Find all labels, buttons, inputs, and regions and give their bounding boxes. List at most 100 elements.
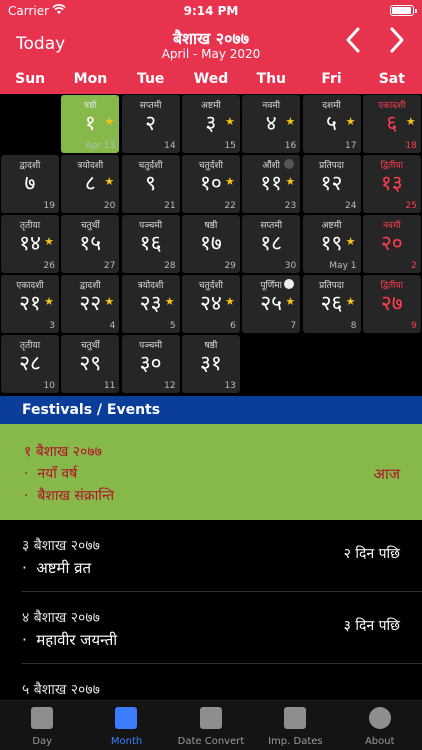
event-date: ४ बैशाख २०७७ — [22, 610, 100, 626]
calendar-day-cell[interactable]: सप्तमी २ 14 — [121, 95, 180, 153]
calendar-day-cell[interactable]: एकादशी ६ 18 ★ — [362, 95, 421, 153]
calendar-day-cell[interactable]: चतुर्दशी २४ 6 ★ — [181, 275, 240, 333]
gregorian-date: 28 — [164, 261, 176, 271]
event-relative-day: ३ दिन पछि — [343, 618, 400, 634]
gregorian-date: 19 — [43, 201, 55, 211]
star-icon: ★ — [285, 115, 296, 128]
battery-icon — [390, 5, 417, 16]
tab-label: Imp. Dates — [268, 736, 323, 747]
day-number: ९ — [145, 171, 157, 195]
calendar-day-cell[interactable]: दशमी ५ 17 ★ — [302, 95, 361, 153]
star-icon: ★ — [285, 175, 296, 188]
event-row[interactable]: ३ बैशाख २०७७ · अष्टमी व्रत २ दिन पछि — [0, 520, 422, 592]
tab-about[interactable]: About — [338, 701, 422, 750]
gregorian-date: 17 — [345, 141, 357, 151]
gregorian-date: Apr 13 — [85, 141, 116, 151]
event-item-label: बैशाख संक्रान्ति — [37, 488, 115, 504]
star-icon: ★ — [225, 115, 235, 128]
weekday-label: Tue — [136, 71, 165, 87]
calendar-day-cell[interactable]: नवमी २० 2 — [362, 215, 421, 273]
day-number: २० — [380, 231, 403, 255]
star-icon: ★ — [405, 115, 416, 128]
calendar-day-cell[interactable]: तृतीया २८ 10 — [1, 335, 59, 393]
gregorian-date: 2 — [411, 261, 417, 271]
star-calendar-icon — [284, 707, 307, 729]
calendar-day-cell[interactable]: अष्टमी १९ May 1 ★ — [302, 215, 361, 273]
gregorian-date: 18 — [405, 141, 417, 151]
previous-month-button[interactable] — [344, 26, 362, 60]
calendar-day-cell[interactable]: एकादशी २१ 3 ★ — [1, 275, 59, 333]
calendar-day-cell[interactable]: पूर्णिमा २५ 7 ★ — [242, 275, 301, 333]
calendar-day-cell[interactable]: षष्ठी १७ 29 — [181, 215, 240, 273]
calendar-day-cell[interactable]: द्वादशी २२ 4 ★ — [61, 275, 120, 333]
calendar-day-cell[interactable]: द्वादशी ७ 19 — [1, 155, 59, 213]
day-number: १७ — [199, 231, 222, 255]
date-convert-icon — [199, 707, 222, 729]
tab-month[interactable]: Month — [84, 701, 168, 750]
gregorian-date: 23 — [284, 201, 297, 211]
day-number: २७ — [380, 291, 403, 315]
gregorian-date: 15 — [224, 141, 236, 151]
month-calendar-icon — [115, 707, 138, 729]
calendar-day-cell[interactable]: षष्ठी १ Apr 13 ★ — [61, 95, 120, 153]
gregorian-date: 30 — [284, 261, 297, 271]
calendar-day-cell[interactable]: तृतीया १४ 26 ★ — [1, 215, 59, 273]
calendar-day-cell[interactable]: द्वितीया १३ 25 — [362, 155, 421, 213]
calendar-day-cell[interactable]: औंशी ११ 23 ★ — [242, 155, 301, 213]
star-icon: ★ — [345, 295, 356, 308]
next-month-button[interactable] — [388, 26, 406, 60]
calendar-day-cell[interactable]: नवमी ४ 16 ★ — [242, 95, 301, 153]
event-row[interactable]: ४ बैशाख २०७७ · महावीर जयन्ती ३ दिन पछि — [0, 592, 422, 664]
day-number: २ — [145, 111, 157, 135]
gregorian-date: 26 — [43, 261, 55, 271]
calendar-day-cell[interactable]: प्रतिपदा २६ 8 ★ — [302, 275, 361, 333]
gregorian-date: 8 — [350, 321, 357, 331]
calendar-day-cell[interactable]: चतुर्दशी ९ 21 — [121, 155, 180, 213]
calendar-grid: षष्ठी १ Apr 13 ★ सप्तमी २ 14 अष्टमी ३ 15 ★ नवमी ४ 16 ★… — [0, 94, 422, 394]
gregorian-date: 24 — [345, 201, 357, 211]
star-icon: ★ — [285, 295, 296, 308]
calendar-day-cell[interactable]: चतुर्थी २९ 11 — [61, 335, 120, 393]
star-icon: ★ — [345, 235, 356, 248]
calendar-day-cell[interactable]: षष्ठी ३१ 13 — [181, 335, 240, 393]
weekday-label: Sun — [15, 71, 46, 87]
star-icon: ★ — [104, 115, 115, 128]
event-date: ३ बैशाख २०७७ — [22, 538, 100, 554]
tab-imp-dates[interactable]: Imp. Dates — [253, 701, 337, 750]
gregorian-date: 29 — [224, 261, 236, 271]
tab-label: Day — [32, 736, 53, 747]
day-number: १३ — [380, 171, 403, 195]
today-event-card[interactable]: १ बैशाख २०७७ · नयाँ वर्ष · बैशाख संक्रान… — [0, 424, 422, 520]
calendar-day-cell[interactable]: प्रतिपदा १२ 24 — [302, 155, 361, 213]
status-bar: Carrier 9:14 PM — [0, 0, 422, 22]
day-number: १२ — [320, 171, 343, 195]
gregorian-date: 7 — [290, 321, 297, 331]
gregorian-date: May 1 — [329, 261, 357, 271]
calendar-day-cell[interactable]: पञ्चमी १६ 28 — [121, 215, 180, 273]
calendar-day-cell[interactable]: अष्टमी ३ 15 ★ — [181, 95, 240, 153]
star-icon: ★ — [44, 295, 54, 308]
calendar-day-cell[interactable]: चतुर्थी १५ 27 — [61, 215, 120, 273]
calendar-day-cell[interactable]: त्रयोदशी ८ 20 ★ — [61, 155, 120, 213]
gregorian-date: 25 — [405, 201, 417, 211]
gregorian-date: 22 — [224, 201, 236, 211]
calendar-header: Today बैशाख २०७७ April - May 2020 — [0, 22, 422, 64]
event-item: · अष्टमी व्रत — [22, 559, 92, 577]
tab-label: Month — [110, 736, 143, 747]
calendar-day-cell[interactable]: द्वितीया २७ 9 — [362, 275, 421, 333]
weekday-label: Sat — [378, 71, 405, 87]
event-item: · महावीर जयन्ती — [22, 631, 118, 649]
calendar-day-cell[interactable]: सप्तमी १८ 30 — [242, 215, 301, 273]
gregorian-date: 21 — [164, 201, 176, 211]
calendar-day-cell[interactable]: त्रयोदशी २३ 5 ★ — [121, 275, 180, 333]
tab-date-convert[interactable]: Date Convert — [169, 701, 253, 750]
gregorian-date: 16 — [284, 141, 297, 151]
day-number: २९ — [79, 351, 102, 375]
weekday-header: Sun Mon Tue Wed Thu Fri Sat — [0, 64, 422, 94]
calendar-day-cell[interactable]: पञ्चमी ३० 12 — [121, 335, 180, 393]
event-item: · नयाँ वर्ष — [24, 466, 78, 482]
calendar-day-cell[interactable]: चतुर्दशी १० 22 ★ — [181, 155, 240, 213]
star-icon: ★ — [225, 295, 235, 308]
tab-day[interactable]: Day — [0, 701, 84, 750]
info-icon — [368, 707, 391, 729]
